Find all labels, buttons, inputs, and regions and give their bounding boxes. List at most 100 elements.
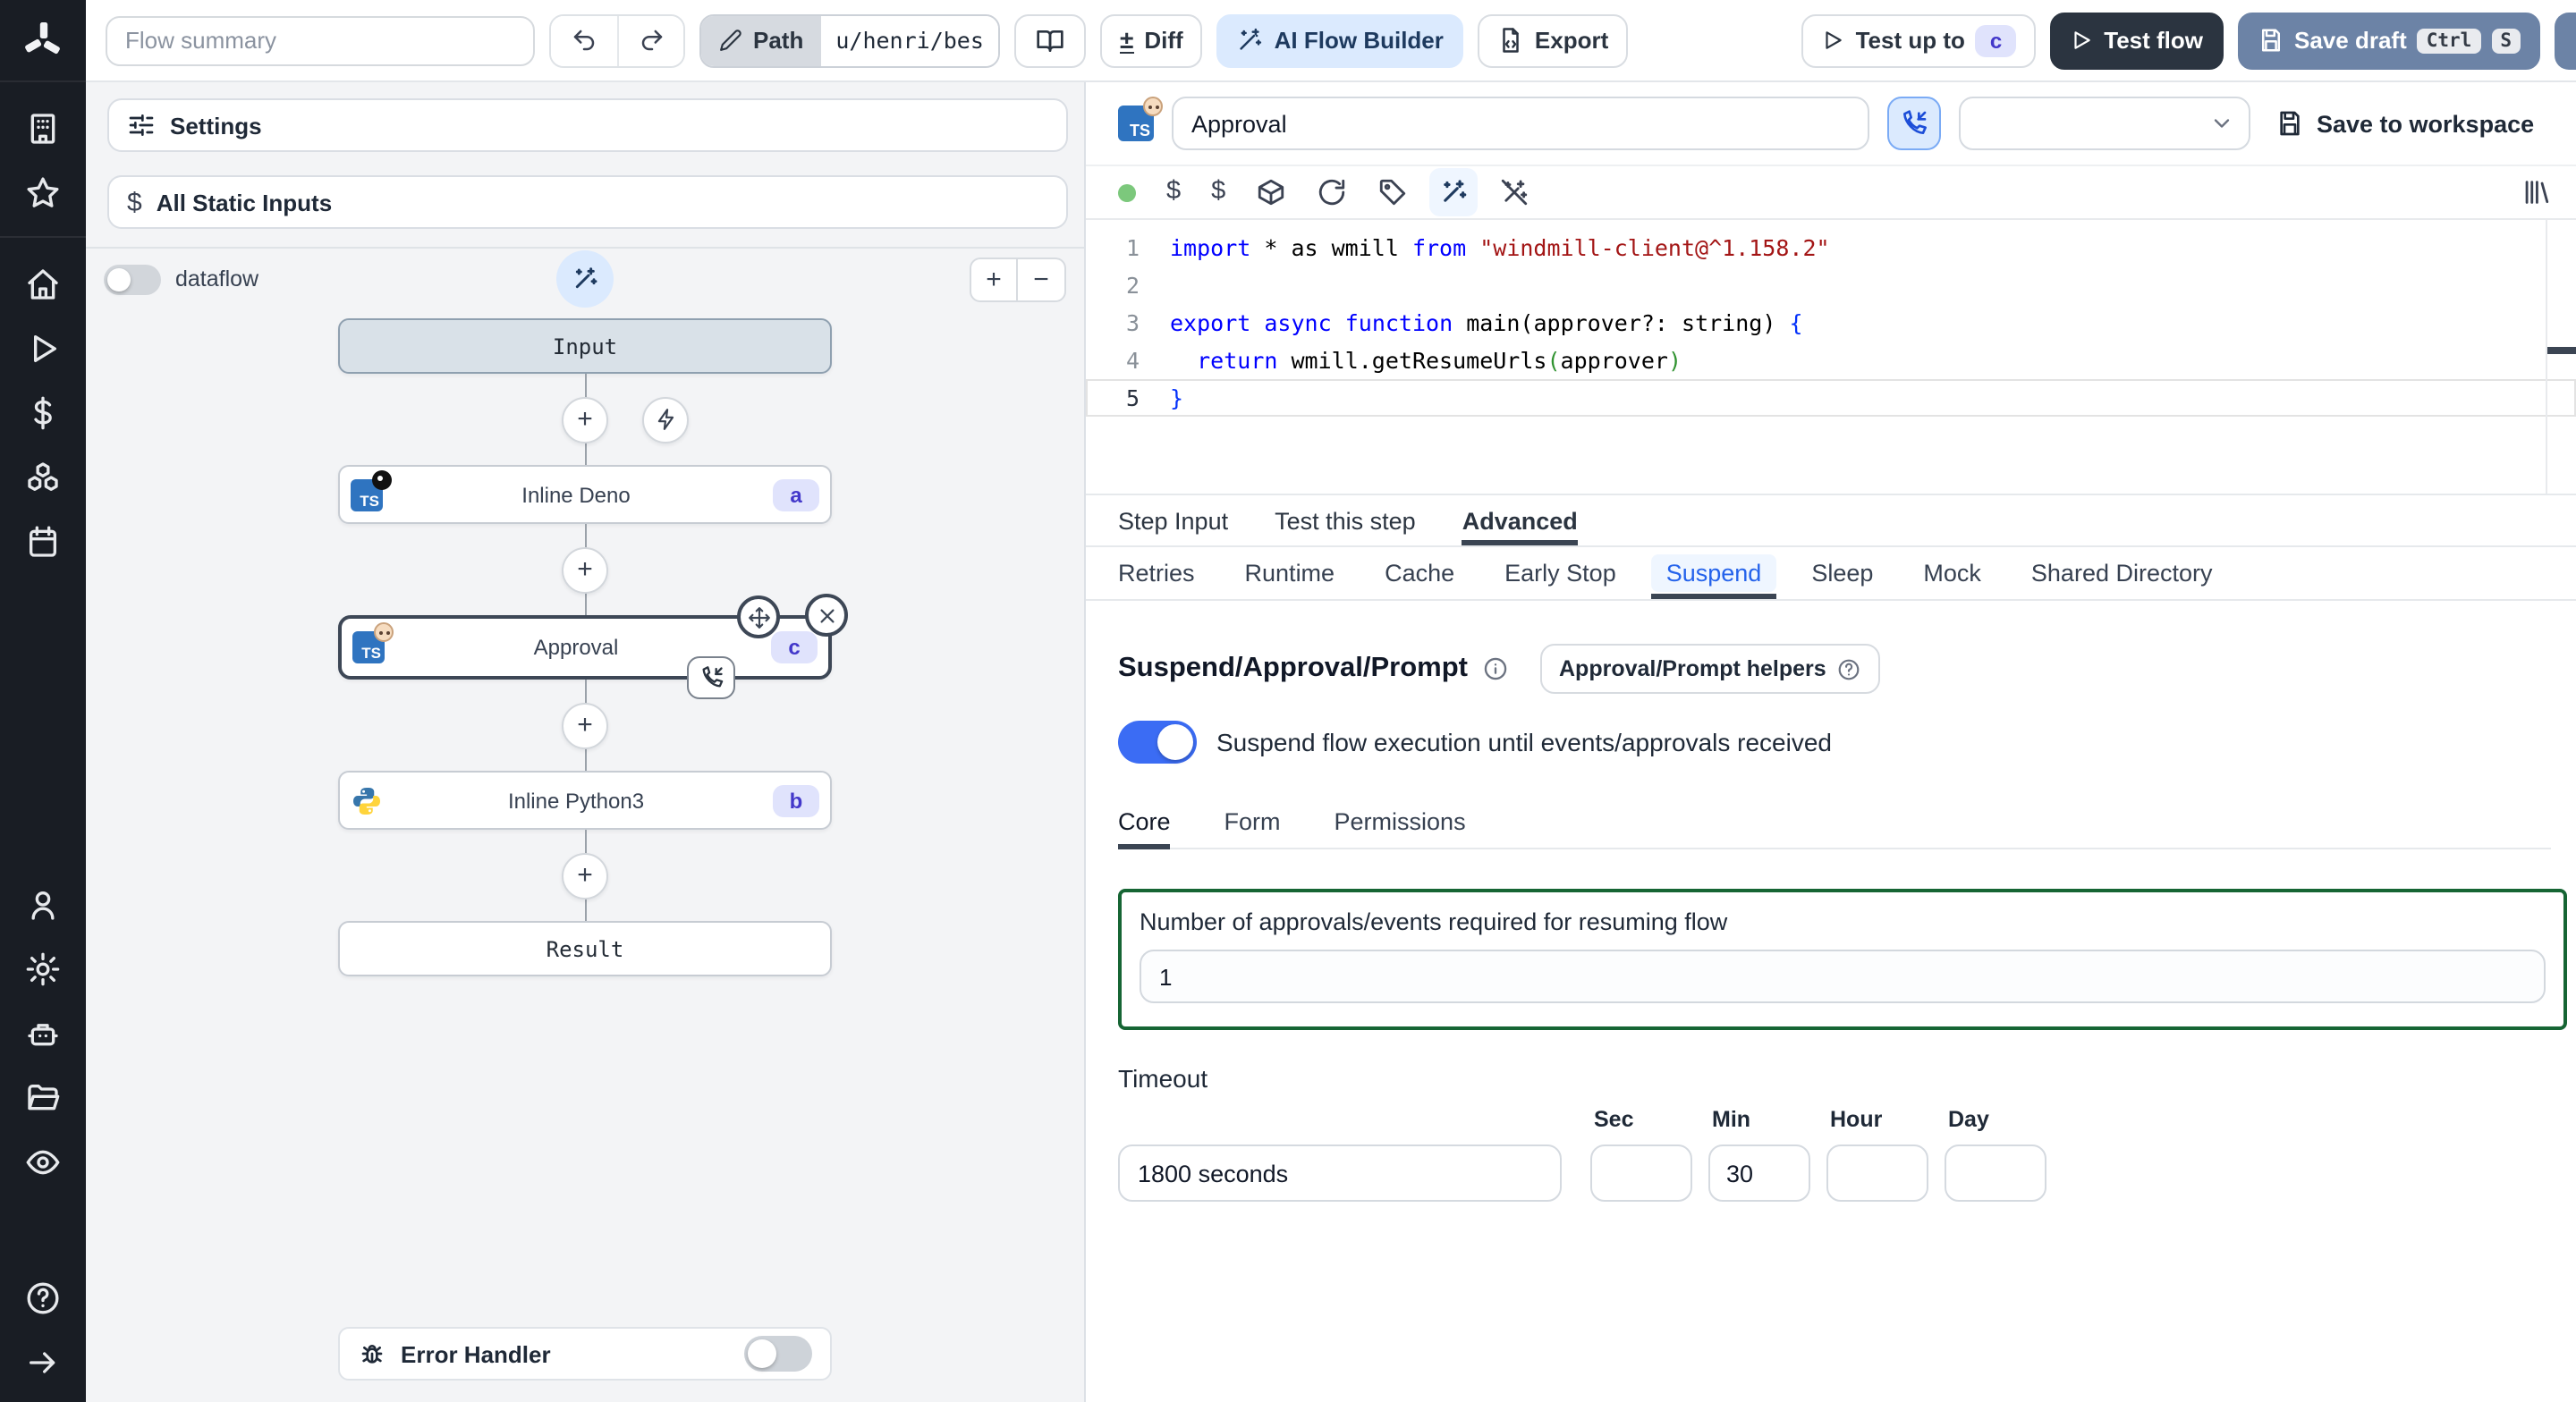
variables-dollar-icon[interactable] (25, 395, 61, 431)
timeout-seconds-input[interactable] (1118, 1144, 1562, 1202)
input-node[interactable]: Input (338, 318, 832, 374)
error-handler-card[interactable]: Error Handler (338, 1327, 832, 1381)
suspend-toggle-on[interactable] (1118, 721, 1197, 764)
step-node-inline-python3[interactable]: Inline Python3 b (338, 771, 832, 830)
ai-flow-builder-button[interactable]: AI Flow Builder (1216, 13, 1463, 67)
code-line[interactable]: 2 (1086, 266, 2576, 304)
zoom-out-button[interactable]: − (1018, 257, 1066, 301)
dataflow-label: dataflow (175, 266, 259, 291)
workers-robot-icon[interactable] (25, 1016, 61, 1052)
help-circle-icon[interactable] (25, 1280, 61, 1316)
folders-icon[interactable] (25, 1080, 61, 1116)
code-line[interactable]: 3 export async function main(approver?: s… (1086, 304, 2576, 342)
package-icon[interactable] (1256, 177, 1286, 207)
tab-core[interactable]: Core (1118, 799, 1172, 849)
error-handler-toggle[interactable] (744, 1336, 812, 1372)
resources-boxes-icon[interactable] (25, 460, 61, 495)
tab-early-stop[interactable]: Early Stop (1504, 547, 1616, 599)
user-icon[interactable] (25, 887, 61, 923)
hour-label: Hour (1830, 1107, 1883, 1132)
approval-prompt-helpers-button[interactable]: Approval/Prompt helpers (1539, 644, 1880, 694)
tag-icon[interactable] (1377, 177, 1408, 207)
trigger-zap-button[interactable] (642, 396, 689, 443)
deploy-button-partial[interactable] (2555, 12, 2576, 69)
test-up-to-step-badge: c (1975, 24, 2017, 56)
info-icon[interactable] (1482, 656, 1507, 681)
add-step-button[interactable]: + (562, 546, 608, 593)
day-input[interactable] (1945, 1144, 2046, 1202)
tab-cache[interactable]: Cache (1385, 547, 1454, 599)
expand-arrow-icon[interactable] (25, 1345, 61, 1381)
tab-retries[interactable]: Retries (1118, 547, 1195, 599)
play-icon (2074, 31, 2090, 49)
settings-gear-icon[interactable] (25, 951, 61, 987)
tab-suspend[interactable]: Suspend (1651, 547, 1776, 599)
tab-step-input[interactable]: Step Input (1118, 495, 1228, 545)
path-button[interactable]: Path u/henri/bes (699, 13, 1000, 67)
export-button[interactable]: Export (1477, 13, 1629, 67)
add-step-button[interactable]: + (562, 852, 608, 899)
runs-play-icon[interactable] (25, 331, 61, 367)
flow-summary-input[interactable] (106, 15, 535, 65)
test-flow-button[interactable]: Test flow (2050, 12, 2223, 69)
dataflow-toggle[interactable] (104, 264, 161, 294)
save-to-workspace-label: Save to workspace (2317, 110, 2535, 137)
flow-settings-button[interactable]: Settings (107, 98, 1068, 152)
approvals-required-input[interactable] (1140, 950, 2546, 1003)
dollar-icon[interactable]: $ (1166, 179, 1181, 206)
sec-input[interactable] (1590, 1144, 1692, 1202)
book-open-icon (1037, 30, 1063, 51)
tab-advanced[interactable]: Advanced (1462, 495, 1578, 545)
tab-test-this-step[interactable]: Test this step (1275, 495, 1416, 545)
code-line[interactable]: 1 import * as wmill from "windmill-client… (1086, 229, 2576, 266)
building-icon[interactable] (25, 111, 61, 147)
schedules-calendar-icon[interactable] (25, 524, 61, 560)
result-node[interactable]: Result (338, 921, 832, 976)
tab-form[interactable]: Form (1224, 799, 1281, 848)
language-select[interactable] (1959, 97, 2250, 150)
ai-assistant-active-button[interactable] (1429, 168, 1479, 216)
wand-off-icon[interactable] (1499, 177, 1530, 207)
zoom-in-button[interactable]: + (970, 257, 1018, 301)
tab-shared-directory[interactable]: Shared Directory (2031, 547, 2213, 599)
tab-runtime[interactable]: Runtime (1245, 547, 1335, 599)
approval-phone-button[interactable] (1887, 97, 1941, 150)
star-icon[interactable] (25, 175, 61, 211)
add-step-button[interactable]: + (562, 702, 608, 748)
step-node-approval-selected[interactable]: TS Approval c (338, 594, 848, 699)
redo-button[interactable] (617, 15, 683, 65)
ai-wand-button[interactable] (556, 250, 614, 308)
code-editor[interactable]: 1 import * as wmill from "windmill-client… (1086, 220, 2576, 494)
editor-scrollbar[interactable] (2546, 220, 2547, 494)
test-up-to-button[interactable]: Test up to c (1801, 13, 2037, 67)
refresh-icon[interactable] (1317, 177, 1347, 207)
docs-book-button[interactable] (1013, 13, 1086, 67)
step-name-input[interactable] (1172, 97, 1869, 150)
approval-phone-badge[interactable] (687, 656, 735, 699)
save-icon (2280, 111, 2300, 136)
delete-step-button[interactable] (805, 594, 848, 637)
hour-input[interactable] (1826, 1144, 1928, 1202)
min-input[interactable] (1708, 1144, 1810, 1202)
save-to-workspace-button[interactable]: Save to workspace (2275, 109, 2534, 138)
windmill-logo[interactable] (0, 0, 86, 82)
code-line[interactable]: 5} (1086, 379, 2576, 417)
tab-sleep[interactable]: Sleep (1811, 547, 1873, 599)
undo-button[interactable] (551, 15, 617, 65)
audit-eye-icon[interactable] (25, 1144, 61, 1180)
move-step-button[interactable] (737, 595, 780, 638)
diff-button[interactable]: ± Diff (1099, 13, 1203, 67)
step-editor-panel: TS Save to workspace (1086, 82, 2576, 1402)
tab-mock[interactable]: Mock (1923, 547, 1981, 599)
save-draft-button[interactable]: Save draft Ctrl S (2237, 12, 2540, 69)
library-bars-icon[interactable] (2521, 177, 2551, 207)
dollar-icon[interactable]: $ (1211, 179, 1225, 206)
export-label: Export (1534, 27, 1609, 54)
step-node-inline-deno[interactable]: TS Inline Deno a (338, 465, 832, 524)
code-line[interactable]: 4 return wmill.getResumeUrls(approver) (1086, 342, 2576, 379)
kbd-ctrl: Ctrl (2417, 28, 2481, 53)
tab-permissions[interactable]: Permissions (1335, 799, 1466, 848)
add-step-button[interactable]: + (562, 396, 608, 443)
home-icon[interactable] (25, 266, 61, 302)
all-static-inputs-button[interactable]: $ All Static Inputs (107, 175, 1068, 229)
